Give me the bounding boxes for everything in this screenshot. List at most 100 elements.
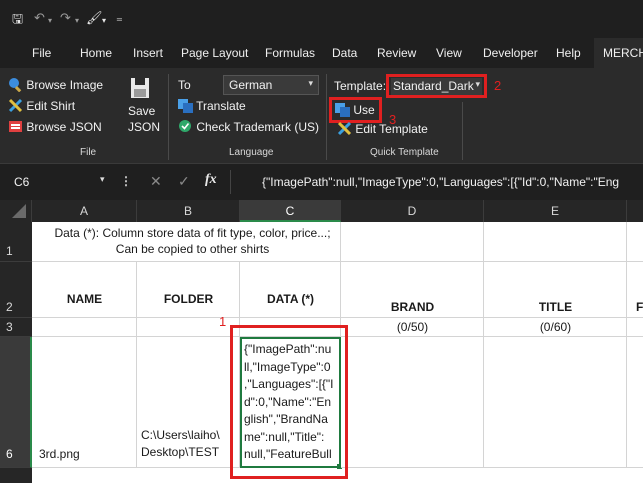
translate-icon — [335, 103, 350, 117]
annotation-one: 1 — [219, 314, 227, 329]
folder-header: FOLDER — [163, 292, 214, 306]
cell-a3[interactable] — [32, 318, 137, 337]
customize-toolbar-icon[interactable]: ₌ — [116, 11, 123, 25]
formula-input[interactable]: {"ImagePath":null,"ImageType":0,"Languag… — [262, 174, 643, 190]
painter-dropdown-icon[interactable]: ▾ — [102, 14, 106, 28]
redo-icon[interactable]: ↷ — [60, 11, 71, 25]
annotation-two: 2 — [494, 78, 502, 93]
title-count-cell[interactable]: (0/60) — [484, 318, 627, 337]
formula-bar: C6 ▾ ⋮ ✕ ✓ fx {"ImagePath":null,"ImageTy… — [0, 163, 643, 200]
cancel-icon[interactable]: ✕ — [150, 173, 162, 190]
column-header-b[interactable]: B — [137, 200, 240, 222]
use-highlight: Use — [329, 97, 382, 123]
column-header-e[interactable]: E — [484, 200, 627, 222]
row-header-2[interactable]: 2 — [0, 262, 32, 318]
save-icon[interactable]: 🖫 — [12, 12, 23, 26]
title-header: TITLE — [538, 300, 573, 314]
cell-d1[interactable] — [341, 222, 484, 262]
enter-icon[interactable]: ✓ — [178, 173, 190, 190]
cell-d6[interactable] — [341, 337, 484, 468]
edit-template-label: Edit Template — [355, 122, 428, 136]
group-separator — [462, 102, 463, 160]
brand-count-cell[interactable]: (0/50) — [341, 318, 484, 337]
language-dropdown[interactable]: German ▾ — [223, 75, 319, 95]
quick-template-group-label: Quick Template — [370, 147, 439, 158]
browse-json-label: Browse JSON — [26, 120, 102, 134]
brand-header-cell[interactable]: BRAND — [341, 262, 484, 318]
name-value-cell[interactable]: 3rd.png — [32, 337, 137, 468]
to-label: To — [178, 78, 191, 92]
function-icon[interactable]: fx — [205, 172, 217, 188]
menu-merch[interactable]: MERCH — [594, 38, 643, 68]
edit-template-button[interactable]: Edit Template — [337, 121, 428, 137]
row-header-7[interactable] — [0, 468, 32, 483]
group-separator — [168, 74, 169, 160]
folder-value-cell[interactable]: C:\Users\laiho\ Desktop\TEST — [137, 337, 240, 468]
use-label: Use — [353, 103, 375, 117]
translate-icon — [178, 99, 193, 113]
menu-review[interactable]: Review — [377, 38, 416, 68]
language-group-label: Language — [229, 147, 274, 158]
column-header-d[interactable]: D — [341, 200, 484, 222]
note-cell[interactable]: Data (*): Column store data of fit type,… — [32, 222, 341, 262]
menu-file[interactable]: File — [32, 38, 51, 68]
menu-view[interactable]: View — [436, 38, 462, 68]
column-header-a[interactable]: A — [32, 200, 137, 222]
row-header-1[interactable]: 1 — [0, 222, 32, 262]
language-value: German — [229, 78, 273, 92]
title-header-cell[interactable]: TITLE — [484, 262, 627, 318]
menu-page-layout[interactable]: Page Layout — [181, 38, 248, 68]
use-button[interactable]: Use — [335, 102, 375, 118]
tools-icon — [8, 98, 23, 113]
template-highlight: Standard_Dark ▾ — [386, 74, 487, 98]
undo-dropdown-icon[interactable]: ▾ — [48, 14, 52, 28]
floppy-icon — [131, 78, 149, 98]
note-text: Data (*): Column store data of fit type,… — [54, 226, 331, 256]
name-header-cell[interactable]: NAME — [32, 262, 137, 318]
title-count: (0/60) — [539, 320, 572, 334]
edit-shirt-button[interactable]: Edit Shirt — [8, 98, 75, 114]
column-header-c[interactable]: C — [240, 200, 341, 222]
title-bar: 🖫 ↶ ▾ ↷ ▾ 🖌 ▾ ₌ — [0, 0, 643, 38]
template-dropdown[interactable]: Standard_Dark ▾ — [391, 78, 482, 95]
brand-header: BRAND — [390, 300, 435, 314]
select-all-corner[interactable] — [0, 200, 32, 222]
json-file-icon — [9, 121, 22, 132]
column-header-f[interactable] — [627, 200, 643, 222]
cell-f6[interactable] — [627, 337, 643, 468]
check-circle-icon — [179, 120, 191, 132]
save-json-button[interactable] — [128, 76, 154, 103]
ribbon: Browse Image Edit Shirt Browse JSON Save… — [0, 68, 643, 163]
menu-help[interactable]: Help — [556, 38, 581, 68]
extra-header-cell[interactable]: F — [627, 262, 643, 318]
data-header-cell[interactable]: DATA (*) — [240, 262, 341, 318]
name-value: 3rd.png — [39, 447, 80, 461]
menu-insert[interactable]: Insert — [133, 38, 163, 68]
row-header-6[interactable]: 6 — [0, 337, 32, 468]
menu-developer[interactable]: Developer — [483, 38, 538, 68]
name-box-value: C6 — [14, 175, 30, 189]
cell-e1[interactable] — [484, 222, 627, 262]
translate-button[interactable]: Translate — [178, 98, 246, 114]
formula-separator — [230, 170, 231, 194]
browse-image-button[interactable]: Browse Image — [8, 77, 103, 93]
row-header-3[interactable]: 3 — [0, 318, 32, 337]
cell-e6[interactable] — [484, 337, 627, 468]
browse-image-label: Browse Image — [26, 78, 104, 92]
menu-home[interactable]: Home — [80, 38, 112, 68]
file-group-label: File — [80, 147, 97, 158]
folder-header-cell[interactable]: FOLDER — [137, 262, 240, 318]
menu-formulas[interactable]: Formulas — [265, 38, 315, 68]
more-options-icon[interactable]: ⋮ — [120, 174, 132, 188]
undo-icon[interactable]: ↶ — [34, 11, 45, 25]
cell-f1[interactable] — [627, 222, 643, 262]
format-painter-icon[interactable]: 🖌 — [86, 11, 103, 25]
redo-dropdown-icon[interactable]: ▾ — [75, 14, 79, 28]
menu-data[interactable]: Data — [332, 38, 357, 68]
extra-header: F — [636, 300, 643, 314]
save-json-label: Save JSON — [128, 104, 161, 134]
cell-f3[interactable] — [627, 318, 643, 337]
name-box[interactable]: C6 ▾ — [6, 172, 110, 192]
check-trademark-button[interactable]: Check Trademark (US) — [178, 119, 319, 135]
browse-json-button[interactable]: Browse JSON — [8, 119, 102, 135]
